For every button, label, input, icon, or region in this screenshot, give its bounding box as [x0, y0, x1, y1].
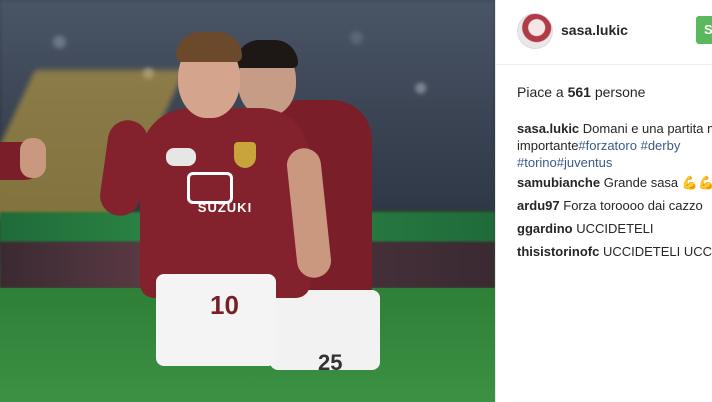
- comment-text: Grande sasa: [603, 175, 679, 190]
- post-header: sasa.lukic Se: [496, 0, 712, 65]
- likes-count[interactable]: Piace a 561 persone: [517, 84, 645, 100]
- comment-username[interactable]: thisistorinofc: [517, 244, 599, 259]
- sponsor-text: SUZUKI: [197, 200, 253, 215]
- caption-text-2: importante: [517, 138, 579, 153]
- comment-row: samubianche Grande sasa 💪💪: [517, 174, 712, 191]
- avatar[interactable]: [517, 13, 553, 49]
- club-crest: [234, 142, 256, 168]
- comment-text: UCCIDETELI: [576, 221, 654, 236]
- caption-username[interactable]: sasa.lukic: [517, 121, 579, 136]
- likes-suffix: persone: [594, 84, 646, 100]
- likes-prefix: Piace a: [517, 84, 564, 100]
- player-one-number: 10: [210, 290, 239, 320]
- comment-username[interactable]: ggardino: [517, 221, 573, 236]
- player-one-hair: [176, 32, 242, 62]
- follow-button[interactable]: Se: [696, 16, 712, 44]
- post-username[interactable]: sasa.lukic: [561, 22, 628, 38]
- hashtag-juventus[interactable]: #juventus: [557, 155, 613, 170]
- comment-text: Forza toroooo dai cazzo: [563, 198, 703, 213]
- comment-username[interactable]: samubianche: [517, 175, 600, 190]
- post-photo[interactable]: 25 SUZUKI 10: [0, 0, 495, 402]
- comment-username[interactable]: ardu97: [517, 198, 560, 213]
- comment-row: thisistorinofc UCCIDETELI UCCID: [517, 243, 712, 260]
- kit-badge: [166, 148, 196, 166]
- caption-text: Domani e una partita m: [582, 121, 712, 136]
- likes-number: 561: [567, 84, 591, 100]
- flexed-biceps-emoji: 💪💪: [681, 175, 712, 190]
- hashtag-forzatoro[interactable]: #forzatoro: [578, 138, 637, 153]
- player-two-number: 25: [318, 350, 343, 375]
- player-two-hair: [236, 40, 298, 68]
- comment-row: ggardino UCCIDETELI: [517, 220, 654, 237]
- post-caption: sasa.lukic Domani e una partita m import…: [517, 120, 712, 171]
- hashtag-torino[interactable]: #torino: [517, 155, 557, 170]
- comment-text: UCCIDETELI UCCID: [602, 244, 712, 259]
- comment-row: ardu97 Forza toroooo dai cazzo: [517, 197, 703, 214]
- hashtag-derby[interactable]: #derby: [641, 138, 681, 153]
- post-sidebar: sasa.lukic Se Piace a 561 persone sasa.l…: [495, 0, 712, 402]
- player-left-edge-hand: [20, 138, 46, 178]
